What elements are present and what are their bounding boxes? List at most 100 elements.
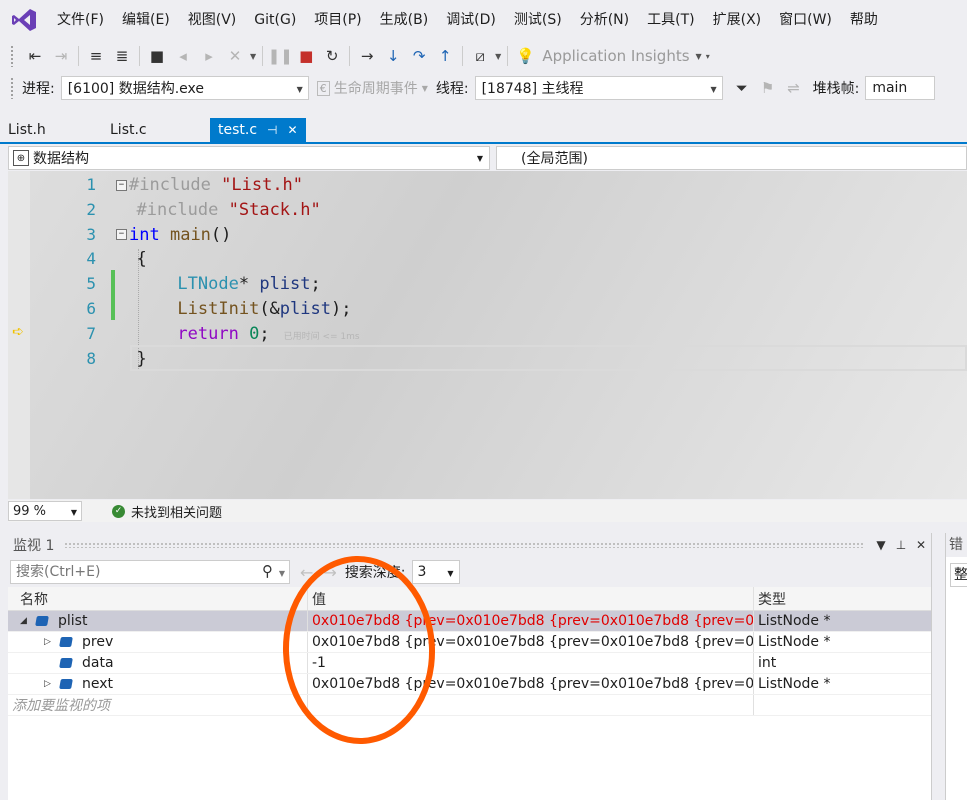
variable-name[interactable]: plist	[58, 613, 87, 629]
lifecycle-icon: €	[316, 80, 330, 96]
application-insights-label[interactable]: Application Insights	[542, 47, 689, 65]
menu-view[interactable]: 视图(V)	[179, 0, 246, 40]
uncomment-icon[interactable]: ≣	[111, 45, 133, 67]
step-out-icon[interactable]: ↑	[434, 45, 456, 67]
menu-project[interactable]: 项目(P)	[305, 0, 370, 40]
code-line-8: }	[116, 347, 360, 372]
flag-threads-icon[interactable]: ⚑	[757, 77, 779, 99]
clear-bookmarks-icon[interactable]: ✕	[224, 45, 246, 67]
menu-edit[interactable]: 编辑(E)	[113, 0, 179, 40]
hex-display-icon[interactable]: ⧄	[469, 45, 491, 67]
prev-bookmark-icon[interactable]: ◂	[172, 45, 194, 67]
menu-tools[interactable]: 工具(T)	[638, 0, 703, 40]
filter-icon[interactable]: ⏷	[731, 77, 753, 99]
table-row[interactable]: ◢ plist 0x010e7bd8 {prev=0x010e7bd8 {pre…	[8, 611, 931, 632]
menu-help[interactable]: 帮助	[841, 0, 887, 40]
column-header-value[interactable]: 值	[308, 587, 754, 610]
name-cell[interactable]: 添加要监视的项	[8, 695, 308, 715]
value-cell[interactable]: -1	[308, 653, 754, 673]
indent-icon[interactable]: ⇤	[24, 45, 46, 67]
pin-icon[interactable]: ⊥	[891, 538, 911, 552]
next-bookmark-icon[interactable]: ▸	[198, 45, 220, 67]
watch-toolbar: ⚲ ▼ ← → 搜索深度: 3 ▼	[8, 557, 931, 587]
thread-combo[interactable]: [18748] 主线程 ▼	[474, 76, 723, 100]
bookmark-icon[interactable]: ■	[146, 45, 168, 67]
comment-icon[interactable]: ≡	[85, 45, 107, 67]
search-icon[interactable]: ⚲	[262, 562, 273, 580]
stop-icon[interactable]: ■	[295, 45, 317, 67]
menu-debug[interactable]: 调试(D)	[437, 0, 505, 40]
tab-test-c[interactable]: test.c ⊣ ✕	[210, 118, 306, 142]
value-cell	[308, 695, 754, 715]
chevron-down-icon[interactable]: ▼	[495, 52, 501, 61]
value-cell[interactable]: 0x010e7bd8 {prev=0x010e7bd8 {prev=0x010e…	[308, 611, 754, 631]
menu-git[interactable]: Git(G)	[245, 0, 305, 40]
code-editor[interactable]: ➪ 1 2 3 4 5 6 7 8 − #include "List.h" #in…	[8, 171, 967, 499]
toolbar-grip[interactable]	[10, 45, 14, 67]
close-icon[interactable]: ✕	[911, 538, 931, 552]
pause-icon[interactable]: ❚❚	[268, 45, 293, 67]
project-dropdown[interactable]: ⊕ 数据结构 ▼	[8, 146, 490, 170]
search-input[interactable]	[16, 564, 246, 580]
show-next-statement-icon[interactable]: →	[356, 45, 378, 67]
menu-build[interactable]: 生成(B)	[371, 0, 438, 40]
collapse-icon[interactable]: −	[116, 229, 127, 241]
menu-window[interactable]: 窗口(W)	[770, 0, 841, 40]
show-threads-icon[interactable]: ⇌	[783, 77, 805, 99]
drag-handle[interactable]	[64, 542, 865, 548]
forward-arrow-icon[interactable]: →	[323, 563, 336, 582]
expanded-triangle-icon[interactable]: ◢	[20, 616, 34, 626]
collapse-icon[interactable]: −	[116, 179, 127, 191]
chevron-down-icon[interactable]: ▼	[696, 52, 702, 61]
change-tracking-bar	[111, 270, 115, 320]
table-row[interactable]: data -1 int	[8, 653, 931, 674]
restart-icon[interactable]: ↻	[321, 45, 343, 67]
menu-test[interactable]: 测试(S)	[505, 0, 571, 40]
step-into-icon[interactable]: ↓	[382, 45, 404, 67]
stackframe-combo[interactable]: main	[865, 76, 936, 100]
outdent-icon[interactable]: ⇥	[50, 45, 72, 67]
collapsed-triangle-icon[interactable]: ▷	[44, 679, 58, 689]
value-cell[interactable]: 0x010e7bd8 {prev=0x010e7bd8 {prev=0x010e…	[308, 674, 754, 694]
variable-name[interactable]: next	[82, 676, 113, 692]
back-arrow-icon[interactable]: ←	[300, 563, 313, 582]
menu-analyze[interactable]: 分析(N)	[571, 0, 638, 40]
issues-status[interactable]: 未找到相关问题	[131, 502, 222, 521]
chevron-down-icon[interactable]: ▼	[279, 569, 285, 578]
lifecycle-events-button[interactable]: € 生命周期事件 ▼	[316, 78, 428, 98]
collapsed-triangle-icon[interactable]: ▷	[44, 637, 58, 647]
column-header-name[interactable]: 名称	[8, 587, 308, 610]
column-label: 值	[312, 591, 326, 608]
chevron-down-icon[interactable]: ▼	[250, 52, 256, 61]
code-content[interactable]: − #include "List.h" #include "Stack.h" − i…	[116, 173, 360, 371]
tab-list-h[interactable]: List.h	[0, 118, 102, 142]
visual-studio-logo-icon[interactable]	[0, 0, 48, 40]
toolbar-grip[interactable]	[10, 77, 14, 99]
error-list-title[interactable]: 错	[946, 533, 967, 557]
step-over-icon[interactable]: ↷	[408, 45, 430, 67]
column-header-type[interactable]: 类型	[754, 587, 931, 610]
search-depth-combo[interactable]: 3 ▼	[411, 560, 460, 584]
toolbar-separator	[262, 46, 264, 66]
value-cell[interactable]: 0x010e7bd8 {prev=0x010e7bd8 {prev=0x010e…	[308, 632, 754, 652]
table-row[interactable]: ▷ next 0x010e7bd8 {prev=0x010e7bd8 {prev…	[8, 674, 931, 695]
pin-icon[interactable]: ⊣	[267, 123, 277, 137]
variable-name[interactable]: prev	[82, 634, 113, 650]
toolbar-overflow-icon[interactable]: ▾	[706, 52, 710, 61]
table-row[interactable]: ▷ prev 0x010e7bd8 {prev=0x010e7bd8 {prev…	[8, 632, 931, 653]
number-literal: 0	[249, 323, 260, 344]
menu-file[interactable]: 文件(F)	[48, 0, 113, 40]
error-list-scope-combo[interactable]: 整	[950, 563, 967, 587]
menu-extensions[interactable]: 扩展(X)	[704, 0, 771, 40]
process-combo[interactable]: [6100] 数据结构.exe ▼	[60, 76, 309, 100]
variable-name[interactable]: data	[82, 655, 114, 671]
close-icon[interactable]: ✕	[288, 123, 298, 137]
add-watch-row[interactable]: 添加要监视的项	[8, 695, 931, 716]
chevron-down-icon[interactable]: ▼	[871, 538, 891, 552]
scope-dropdown[interactable]: (全局范围)	[496, 146, 967, 170]
search-depth-label: 搜索深度:	[344, 565, 406, 581]
watch-search-box: ⚲ ▼	[10, 560, 290, 584]
perf-tip[interactable]: 已用时间 <= 1ms	[284, 332, 360, 342]
zoom-combo[interactable]: 99 % ▼	[8, 501, 82, 521]
tab-list-c[interactable]: List.c	[102, 118, 210, 142]
